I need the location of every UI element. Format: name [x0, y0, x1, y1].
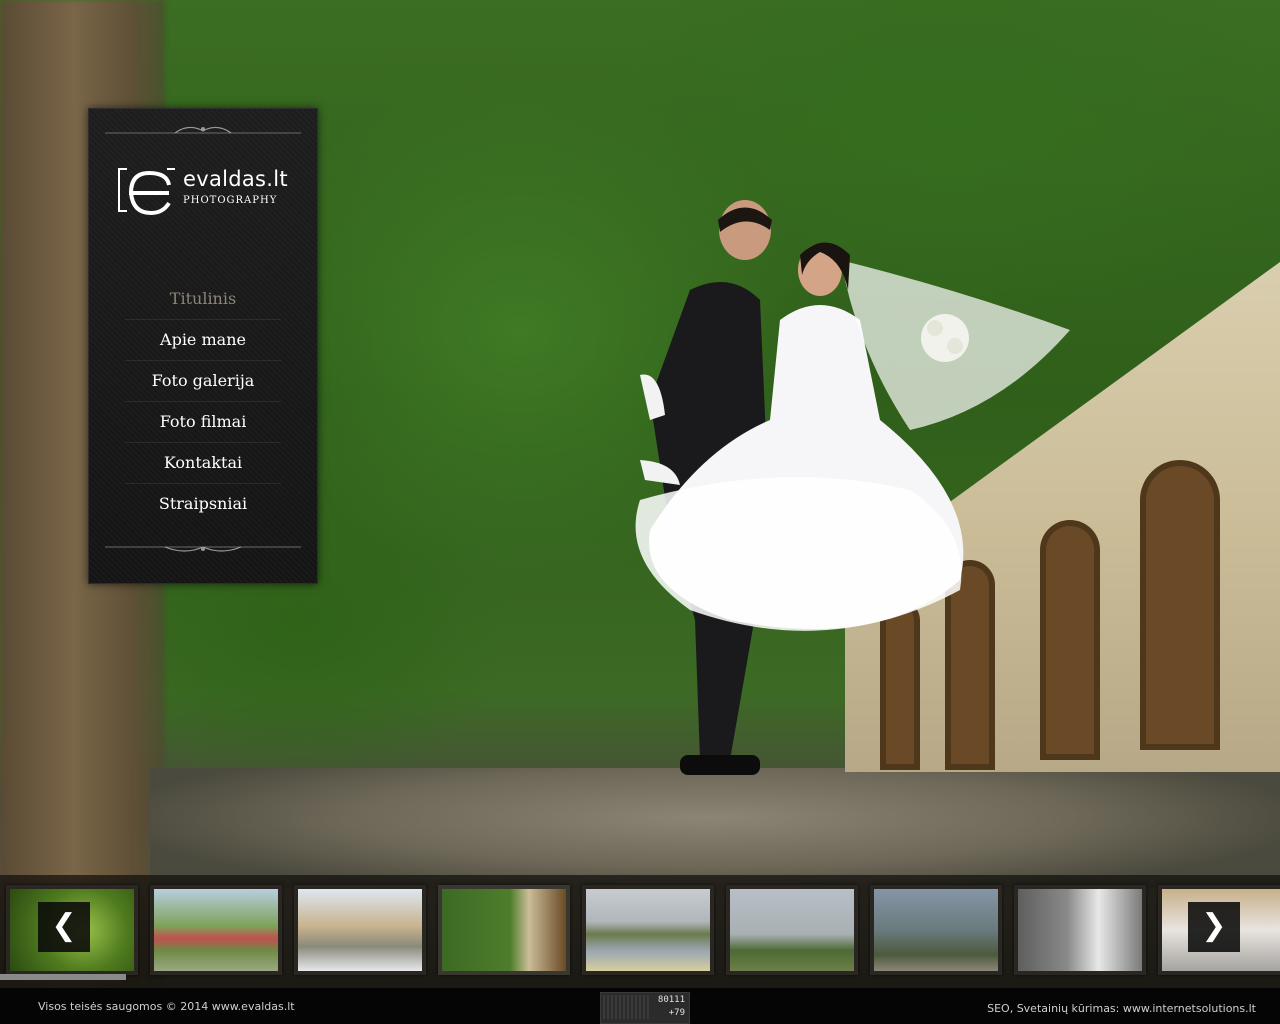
thumbnail-7[interactable]: [870, 885, 1002, 975]
chevron-right-icon: ❯: [1201, 908, 1227, 943]
nav-item-apie-mane[interactable]: Apie mane: [125, 320, 281, 361]
logo-text: evaldas.lt: [183, 167, 288, 191]
credits-link[interactable]: SEO, Svetainių kūrimas: www.internetsolu…: [987, 1002, 1256, 1015]
site-footer: Visos teisės saugomos © 2014 www.evaldas…: [0, 988, 1280, 1024]
thumbnail-4[interactable]: [438, 885, 570, 975]
logo-e-icon: [118, 168, 175, 216]
main-menu-panel: evaldas.lt PHOTOGRAPHY Titulinis Apie ma…: [88, 108, 318, 584]
top-ornament-icon: [105, 126, 301, 134]
bridge-arch: [1140, 460, 1220, 750]
thumbnail-5[interactable]: [582, 885, 714, 975]
main-navigation: Titulinis Apie mane Foto galerija Foto f…: [125, 279, 281, 524]
wedding-couple-figure: [635, 200, 1070, 775]
site-logo[interactable]: evaldas.lt PHOTOGRAPHY: [117, 165, 297, 217]
logo-subtitle: PHOTOGRAPHY: [183, 195, 278, 206]
next-button[interactable]: ❯: [1188, 902, 1240, 952]
nav-item-kontaktai[interactable]: Kontaktai: [125, 443, 281, 484]
nav-item-foto-galerija[interactable]: Foto galerija: [125, 361, 281, 402]
thumbnail-strip: ❮ ❯: [0, 875, 1280, 988]
copyright-text: Visos teisės saugomos © 2014 www.evaldas…: [38, 1000, 295, 1013]
nav-item-straipsniai[interactable]: Straipsniai: [125, 484, 281, 524]
nav-item-titulinis[interactable]: Titulinis: [125, 279, 281, 320]
previous-button[interactable]: ❮: [38, 902, 90, 952]
strip-progress-bar: [0, 974, 126, 980]
thumbnail-3[interactable]: [294, 885, 426, 975]
counter-graph: [603, 995, 649, 1019]
thumbnail-6[interactable]: [726, 885, 858, 975]
thumbnail-2[interactable]: [150, 885, 282, 975]
chevron-left-icon: ❮: [51, 908, 77, 943]
thumbnail-8[interactable]: [1014, 885, 1146, 975]
counter-total: 80111: [657, 995, 685, 1005]
visitor-counter[interactable]: 80111 +79: [600, 992, 690, 1024]
counter-today: +79: [668, 1008, 685, 1018]
bottom-ornament-icon: [105, 546, 301, 552]
nav-item-foto-filmai[interactable]: Foto filmai: [125, 402, 281, 443]
